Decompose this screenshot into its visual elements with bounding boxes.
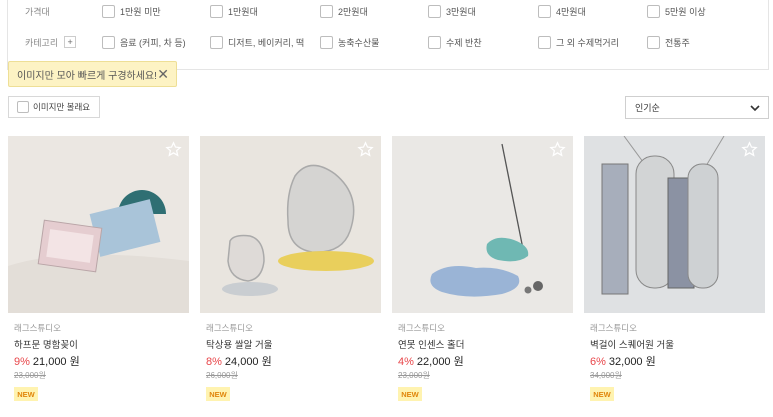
- product-photo-incense: [392, 136, 573, 313]
- checkbox[interactable]: [320, 4, 333, 18]
- star-icon[interactable]: [549, 141, 566, 158]
- shop-name[interactable]: 래그스튜디오: [590, 322, 637, 334]
- discount-rate: 9%: [14, 356, 30, 368]
- category-option-dessert[interactable]: 디저트, 베이커리, 떡: [210, 35, 304, 49]
- image-only-tooltip: 이미지만 모아 빠르게 구경하세요! ✕: [8, 61, 177, 87]
- shop-name[interactable]: 래그스튜디오: [206, 322, 253, 334]
- checkbox[interactable]: [428, 35, 441, 49]
- price-row: 6% 32,000 원: [590, 353, 656, 369]
- product-card[interactable]: 래그스튜디오 하프문 명함꽂이 9% 21,000 원 23,000원 NEW: [8, 136, 189, 401]
- product-image[interactable]: [8, 136, 189, 313]
- category-option-other-food[interactable]: 그 외 수제먹거리: [538, 35, 619, 49]
- product-name[interactable]: 벽걸이 스퀘어원 거울: [590, 337, 674, 351]
- image-only-toggle[interactable]: 이미지만 볼래요: [8, 96, 100, 118]
- category-option-drinks[interactable]: 음료 (커피, 차 등): [102, 35, 186, 49]
- product-image[interactable]: [584, 136, 765, 313]
- price-option-over-50k[interactable]: 5만원 이상: [647, 4, 706, 18]
- product-card[interactable]: 래그스튜디오 벽걸이 스퀘어원 거울 6% 32,000 원 34,000원 NE…: [584, 136, 765, 401]
- new-badge: NEW: [14, 387, 38, 401]
- star-icon[interactable]: [741, 141, 758, 158]
- price-row: 8% 24,000 원: [206, 353, 272, 369]
- new-badge: NEW: [206, 387, 230, 401]
- checkbox[interactable]: [102, 35, 115, 49]
- discount-rate: 4%: [398, 356, 414, 368]
- category-option-agri[interactable]: 농축수산물: [320, 35, 379, 49]
- star-icon[interactable]: [357, 141, 374, 158]
- image-only-label: 이미지만 볼래요: [33, 102, 91, 112]
- product-photo-cardholder: [8, 136, 189, 313]
- original-price: 23,000원: [14, 371, 46, 380]
- checkbox[interactable]: [538, 4, 551, 18]
- shop-name[interactable]: 래그스튜디오: [398, 322, 445, 334]
- price-filter-row: 가격대 1만원 미만 1만원대 2만원대 3만원대 4만원대 5만원 이상: [8, 0, 768, 24]
- price-option-10k[interactable]: 1만원대: [210, 4, 258, 18]
- original-price: 34,000원: [590, 371, 622, 380]
- price-option-20k[interactable]: 2만원대: [320, 4, 368, 18]
- checkbox[interactable]: [320, 35, 333, 49]
- sale-price: 21,000 원: [32, 356, 80, 368]
- checkbox[interactable]: [210, 35, 223, 49]
- sale-price: 22,000 원: [416, 356, 464, 368]
- product-image[interactable]: [392, 136, 573, 313]
- price-row: 4% 22,000 원: [398, 353, 464, 369]
- checkbox[interactable]: [647, 35, 660, 49]
- product-card[interactable]: 래그스튜디오 연못 인센스 홀더 4% 22,000 원 23,000원 NEW: [392, 136, 573, 401]
- product-name[interactable]: 연못 인센스 홀더: [398, 337, 464, 351]
- product-photo-wall-mirror: [584, 136, 765, 313]
- original-price: 23,000원: [398, 371, 430, 380]
- star-icon[interactable]: [165, 141, 182, 158]
- chevron-down-icon: [750, 105, 760, 112]
- price-option-30k[interactable]: 3만원대: [428, 4, 476, 18]
- tooltip-text: 이미지만 모아 빠르게 구경하세요!: [17, 70, 157, 82]
- checkbox[interactable]: [647, 4, 660, 18]
- checkbox[interactable]: [210, 4, 223, 18]
- shop-name[interactable]: 래그스튜디오: [14, 322, 61, 334]
- close-icon[interactable]: ✕: [157, 67, 169, 81]
- sort-selected-value: 인기순: [635, 103, 660, 113]
- checkbox[interactable]: [102, 4, 115, 18]
- category-option-liquor[interactable]: 전통주: [647, 35, 690, 49]
- checkbox[interactable]: [17, 101, 29, 113]
- sort-select[interactable]: 인기순: [625, 96, 769, 119]
- filter-panel: 가격대 1만원 미만 1만원대 2만원대 3만원대 4만원대 5만원 이상 카테…: [7, 0, 769, 70]
- product-image[interactable]: [200, 136, 381, 313]
- category-filter-label: 카테고리 +: [25, 36, 77, 49]
- checkbox[interactable]: [428, 4, 441, 18]
- product-photo-mirror: [200, 136, 381, 313]
- discount-rate: 8%: [206, 356, 222, 368]
- sale-price: 32,000 원: [608, 356, 656, 368]
- original-price: 26,000원: [206, 371, 238, 380]
- product-card[interactable]: 래그스튜디오 탁상용 쌀알 거울 8% 24,000 원 26,000원 NEW: [200, 136, 381, 401]
- new-badge: NEW: [590, 387, 614, 401]
- price-filter-label: 가격대: [25, 6, 50, 17]
- price-option-40k[interactable]: 4만원대: [538, 4, 586, 18]
- sale-price: 24,000 원: [224, 356, 272, 368]
- category-filter-row: 카테고리 + 음료 (커피, 차 등) 디저트, 베이커리, 떡 농축수산물 수…: [8, 29, 768, 55]
- product-name[interactable]: 하프문 명함꽂이: [14, 337, 78, 351]
- price-option-under-10k[interactable]: 1만원 미만: [102, 4, 161, 18]
- product-name[interactable]: 탁상용 쌀알 거울: [206, 337, 272, 351]
- category-expand-button[interactable]: +: [64, 36, 77, 48]
- checkbox[interactable]: [538, 35, 551, 49]
- new-badge: NEW: [398, 387, 422, 401]
- discount-rate: 6%: [590, 356, 606, 368]
- price-row: 9% 21,000 원: [14, 353, 80, 369]
- category-option-side-dish[interactable]: 수제 반찬: [428, 35, 482, 49]
